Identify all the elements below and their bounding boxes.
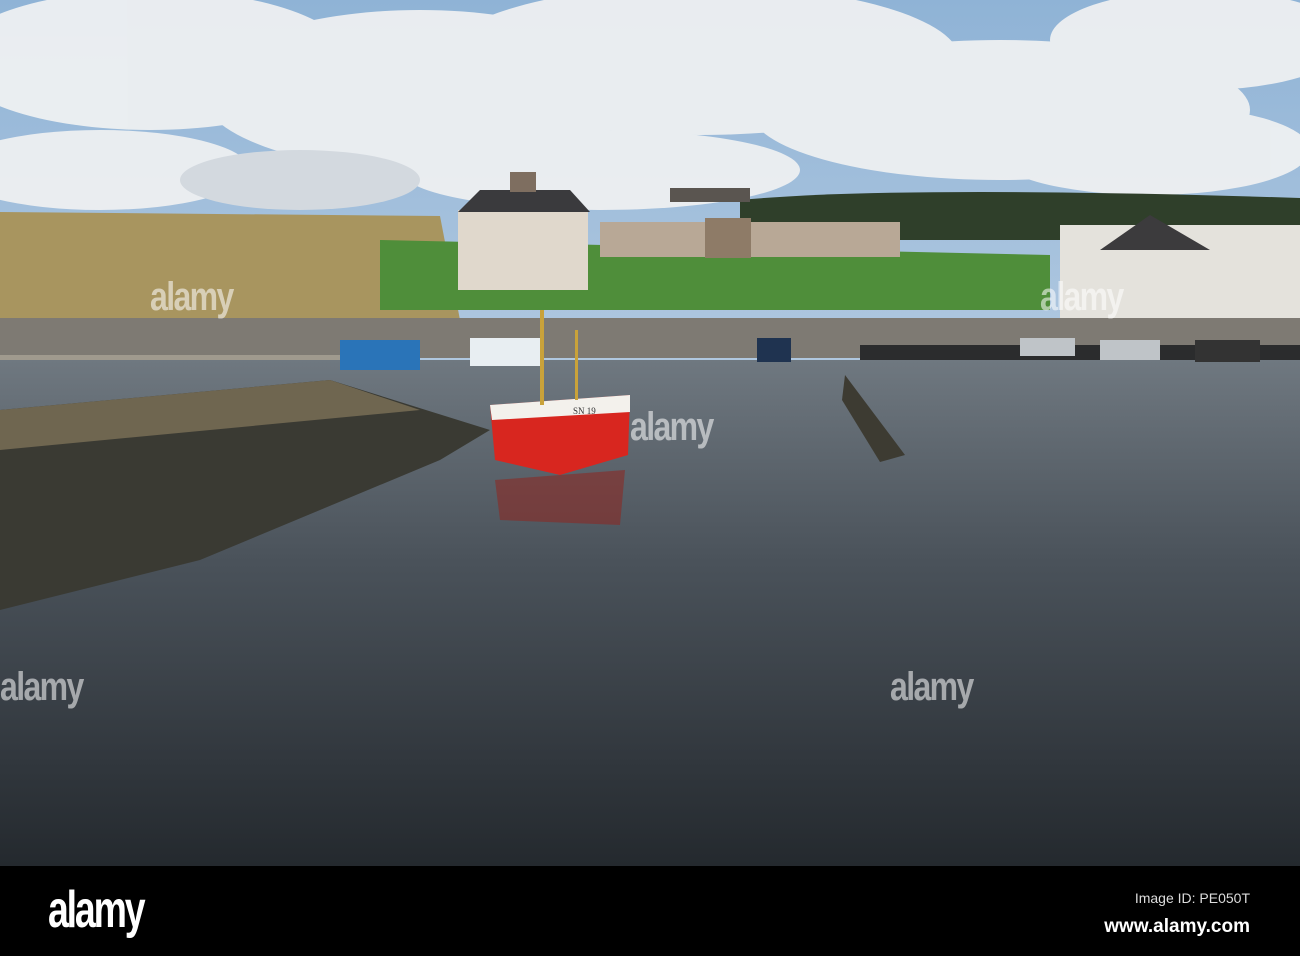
stock-photo: SN 19 alamy alamy alamy alamy alamy alam…: [0, 0, 1300, 956]
clouds: [0, 0, 1300, 210]
watermark-text: alamy: [890, 665, 974, 709]
watermark-text: alamy: [1040, 275, 1124, 319]
alamy-logo: alamy: [48, 881, 146, 939]
small-boat: [757, 338, 791, 362]
watermark-text: alamy: [150, 275, 234, 319]
image-id: Image ID: PE050T: [1134, 890, 1250, 906]
website-link: www.alamy.com: [1104, 916, 1250, 937]
footer-bar: alamy Image ID: PE050T www.alamy.com: [0, 866, 1300, 956]
watermark-text: alamy: [630, 405, 714, 449]
boat-registration: SN 19: [573, 406, 596, 416]
tower: [705, 218, 751, 258]
hill-building: [670, 188, 750, 202]
watermark-text: alamy: [0, 665, 84, 709]
white-boat: [470, 338, 540, 366]
blue-boat: [340, 340, 420, 370]
